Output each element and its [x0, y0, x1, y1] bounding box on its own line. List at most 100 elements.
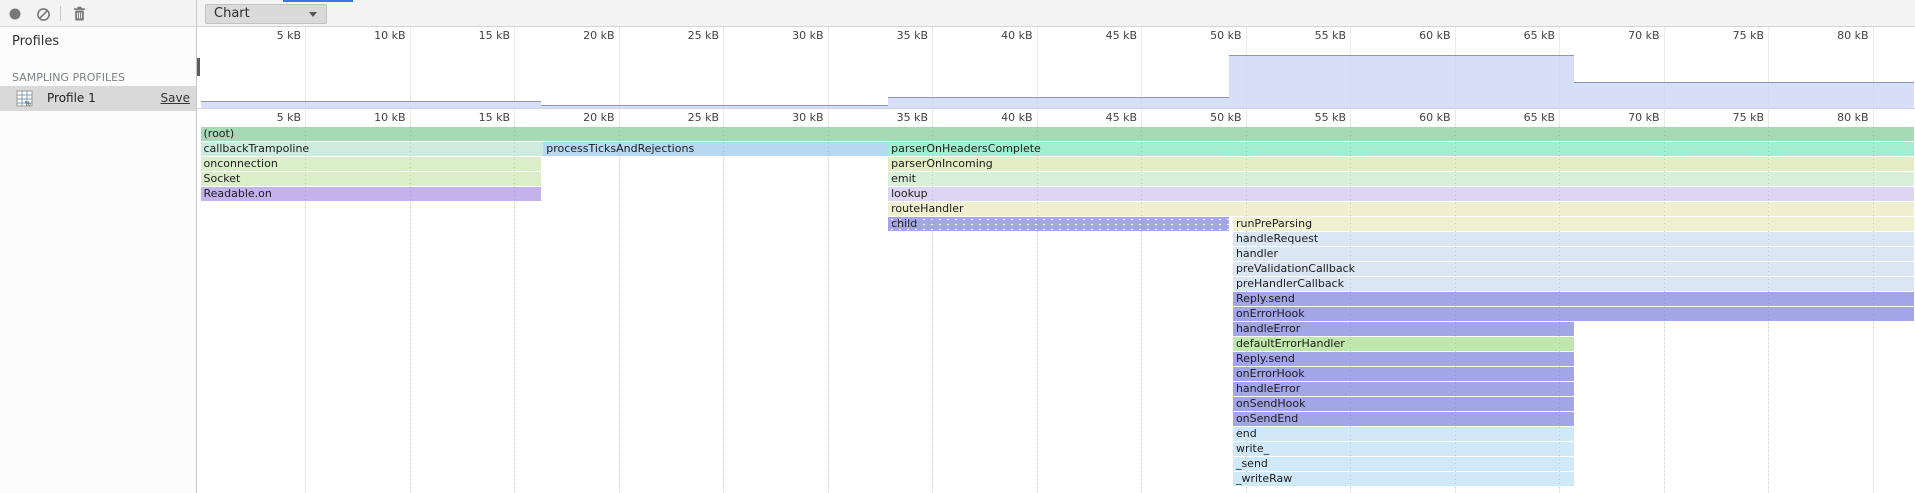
ruler-tick-label: 15 kB: [479, 111, 510, 124]
flame-frame[interactable]: Readable.on: [201, 187, 542, 201]
flame-frame[interactable]: parserOnIncoming: [888, 157, 1914, 171]
flame-frame[interactable]: handleError: [1233, 322, 1574, 336]
flame-frame[interactable]: handler: [1233, 247, 1914, 261]
gridline-dots: [1141, 127, 1142, 493]
ruler-tick-label: 70 kB: [1628, 29, 1659, 42]
flame-frame[interactable]: onSendEnd: [1233, 412, 1574, 426]
toolbar: Chart: [0, 0, 1915, 27]
overview-memory-step: [201, 101, 542, 108]
flame-frame[interactable]: parserOnHeadersComplete: [888, 142, 1914, 156]
svg-text:%: %: [25, 99, 31, 107]
flame-frame[interactable]: Reply.send: [1233, 352, 1574, 366]
toolbar-left: [0, 0, 197, 27]
ruler-tick-label: 55 kB: [1315, 29, 1346, 42]
gridline-dots: [1037, 127, 1038, 493]
flame-frame[interactable]: end: [1233, 427, 1574, 441]
ruler-tick-label: 70 kB: [1628, 111, 1659, 124]
flame-frame[interactable]: routeHandler: [888, 202, 1914, 216]
flame-frame[interactable]: write_: [1233, 442, 1574, 456]
flame-frame[interactable]: _send: [1233, 457, 1574, 471]
flame-frame[interactable]: runPreParsing: [1233, 217, 1914, 231]
trash-icon[interactable]: [68, 3, 90, 25]
gridline-dots: [410, 127, 411, 493]
clear-icon[interactable]: [32, 3, 54, 25]
ruler-tick-label: 25 kB: [688, 111, 719, 124]
ruler-tick-label: 25 kB: [688, 29, 719, 42]
save-link[interactable]: Save: [161, 91, 190, 105]
ruler-tick-label: 55 kB: [1315, 111, 1346, 124]
chevron-down-icon: [309, 12, 317, 17]
gridline-dots: [723, 127, 724, 493]
flame-frame[interactable]: child: [888, 217, 1229, 231]
gridline-dots: [1768, 127, 1769, 493]
flame-frame[interactable]: onErrorHook: [1233, 307, 1914, 321]
gridline-dots: [932, 127, 933, 493]
ruler-tick-label: 20 kB: [583, 29, 614, 42]
record-icon: [8, 7, 22, 21]
overview-memory-step: [888, 97, 1229, 108]
flame-frame[interactable]: onSendHook: [1233, 397, 1574, 411]
active-tab-indicator: [283, 0, 353, 2]
gridline-dots: [828, 127, 829, 493]
ruler-tick-label: 20 kB: [583, 111, 614, 124]
ruler-tick-label: 50 kB: [1210, 29, 1241, 42]
flame-frame[interactable]: Reply.send: [1233, 292, 1914, 306]
ruler-tick-label: 35 kB: [897, 111, 928, 124]
flame-frame[interactable]: onconnection: [201, 157, 542, 171]
flame-frame[interactable]: lookup: [888, 187, 1914, 201]
flame-frame[interactable]: processTicksAndRejections: [543, 142, 888, 156]
record-icon[interactable]: [4, 3, 26, 25]
ruler-tick-label: 35 kB: [897, 29, 928, 42]
gridline-dots: [1455, 127, 1456, 493]
sidebar-section-header: SAMPLING PROFILES: [12, 71, 125, 84]
chart-mode-select[interactable]: Chart: [205, 4, 327, 24]
ruler-tick-label: 10 kB: [374, 29, 405, 42]
flame-frame[interactable]: emit: [888, 172, 1914, 186]
sidebar: Profiles SAMPLING PROFILES % Profile 1 S…: [0, 27, 197, 493]
ruler-tick-label: 75 kB: [1733, 111, 1764, 124]
ruler-tick-label: 65 kB: [1524, 111, 1555, 124]
toolbar-separator: [60, 6, 61, 21]
ruler-tick-label: 50 kB: [1210, 111, 1241, 124]
flame-frame[interactable]: Socket: [201, 172, 542, 186]
gridline-dots: [1350, 127, 1351, 493]
gridline-dots: [1559, 127, 1560, 493]
ruler-tick-label: 45 kB: [1106, 29, 1137, 42]
ruler-tick-label: 30 kB: [792, 111, 823, 124]
flame-frame[interactable]: handleError: [1233, 382, 1574, 396]
ruler-tick-label: 5 kB: [277, 29, 301, 42]
flame-frame[interactable]: _writeRaw: [1233, 472, 1574, 486]
ruler-tick-label: 30 kB: [792, 29, 823, 42]
gridline-dots: [1664, 127, 1665, 493]
ruler-tick-label: 45 kB: [1106, 111, 1137, 124]
ruler-tick-label: 80 kB: [1837, 111, 1868, 124]
flame-chart: (root)callbackTrampolineprocessTicksAndR…: [197, 126, 1915, 493]
overview-memory-step: [1574, 82, 1915, 108]
chart-mode-value: Chart: [214, 6, 250, 21]
flame-frame[interactable]: handleRequest: [1233, 232, 1914, 246]
ruler-tick-label: 10 kB: [374, 111, 405, 124]
ruler-tick-label: 40 kB: [1001, 29, 1032, 42]
flame-frame[interactable]: onErrorHook: [1233, 367, 1574, 381]
overview-left-handle[interactable]: [197, 58, 200, 76]
gridline-dots: [1873, 127, 1874, 493]
overview-memory-step: [1229, 55, 1574, 108]
profile-name: Profile 1: [47, 91, 96, 105]
clear-icon: [36, 7, 51, 22]
ruler-tick-label: 60 kB: [1419, 29, 1450, 42]
trash-icon: [72, 6, 87, 22]
flame-frame[interactable]: preValidationCallback: [1233, 262, 1914, 276]
gridline-dots: [1246, 127, 1247, 493]
sidebar-title: Profiles: [12, 34, 59, 49]
flame-frame[interactable]: (root): [201, 127, 1915, 141]
flame-frame[interactable]: preHandlerCallback: [1233, 277, 1914, 291]
profile-icon: %: [16, 90, 33, 107]
gridline-dots: [514, 127, 515, 493]
ruler-tick-label: 65 kB: [1524, 29, 1555, 42]
flame-frame[interactable]: callbackTrampoline: [201, 142, 544, 156]
ruler-tick-label: 5 kB: [277, 111, 301, 124]
sidebar-item-profile-1[interactable]: % Profile 1 Save: [0, 86, 196, 111]
profiler-window: Chart Profiles SAMPLING PROFILES % Profi…: [0, 0, 1915, 493]
ruler-tick-label: 75 kB: [1733, 29, 1764, 42]
flame-frame[interactable]: defaultErrorHandler: [1233, 337, 1574, 351]
